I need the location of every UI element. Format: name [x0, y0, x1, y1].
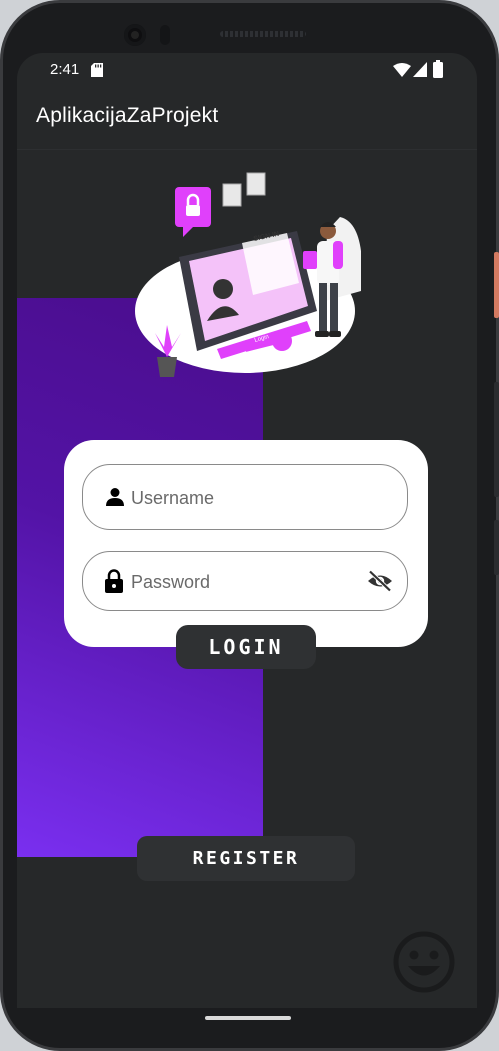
- status-time: 2:41: [50, 61, 80, 78]
- sign-in-illustration: SIGN IN Login: [135, 172, 361, 377]
- status-bar: 2:41: [17, 53, 477, 91]
- power-button: [494, 252, 499, 318]
- username-field[interactable]: [82, 464, 408, 531]
- sd-card-icon: [91, 63, 103, 77]
- eye-off-icon[interactable]: [367, 570, 393, 592]
- screen: 2:41 AplikacijaZaProjekt SIGN IN Login U…: [17, 53, 477, 1008]
- password-field[interactable]: [82, 551, 408, 612]
- password-input[interactable]: [129, 552, 363, 612]
- lock-icon: [105, 569, 123, 593]
- app-title: AplikacijaZaProjekt: [36, 104, 219, 127]
- person-icon: [106, 488, 124, 506]
- side-button: [494, 520, 499, 575]
- signal-icon: [413, 62, 427, 77]
- username-input[interactable]: [129, 465, 363, 531]
- wifi-icon: [393, 63, 411, 77]
- app-bar: AplikacijaZaProjekt: [17, 91, 477, 150]
- smiley-icon[interactable]: [391, 929, 457, 995]
- login-button[interactable]: LOGIN: [176, 625, 316, 669]
- front-camera: [124, 24, 146, 46]
- proximity-sensor: [160, 25, 170, 45]
- volume-button: [494, 382, 499, 497]
- home-indicator[interactable]: [205, 1016, 291, 1020]
- login-card: [64, 440, 428, 647]
- register-button[interactable]: REGISTER: [137, 836, 355, 881]
- battery-icon: [433, 60, 443, 78]
- earpiece-speaker: [220, 31, 306, 37]
